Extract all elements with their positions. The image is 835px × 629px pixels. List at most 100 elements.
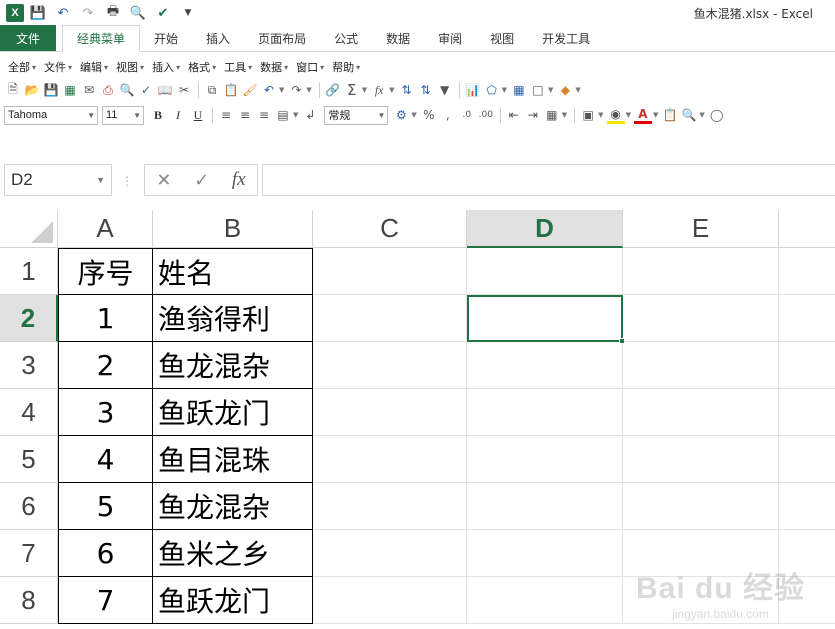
cell-a3[interactable]: 2 xyxy=(58,342,153,389)
menu-item-9[interactable]: 帮助 ▾ xyxy=(328,59,364,75)
cell-d1[interactable] xyxy=(467,248,623,295)
menu-item-0[interactable]: 全部 ▾ xyxy=(4,59,40,75)
row-header-4[interactable]: 4 xyxy=(0,389,58,436)
cell-b7[interactable]: 鱼米之乡 xyxy=(153,530,313,577)
zoom-icon[interactable]: 🔍 xyxy=(680,106,698,124)
number-format-select[interactable]: 常规 ▼ xyxy=(324,105,389,125)
save-icon[interactable]: 💾 xyxy=(27,3,49,23)
sort-ascending-icon[interactable]: ⇅ xyxy=(398,81,416,99)
chevron-down-icon[interactable]: ▼ xyxy=(598,111,603,119)
cell-f4[interactable] xyxy=(779,389,835,436)
chart-icon[interactable]: 📊 xyxy=(464,81,482,99)
align-left-icon[interactable]: ≡ xyxy=(217,106,235,124)
chevron-down-icon[interactable]: ▼ xyxy=(411,111,416,119)
column-header-c[interactable]: C xyxy=(313,210,467,248)
redo-icon[interactable]: ↷ xyxy=(287,81,305,99)
cell-f6[interactable] xyxy=(779,483,835,530)
cell-f1[interactable] xyxy=(779,248,835,295)
permission-icon[interactable]: ▦ xyxy=(61,81,79,99)
enter-icon[interactable]: ✓ xyxy=(194,170,209,191)
spelling-icon[interactable]: ✓ xyxy=(137,81,155,99)
chevron-down-icon[interactable]: ▼ xyxy=(575,86,580,94)
align-center-icon[interactable]: ≡ xyxy=(236,106,254,124)
chevron-down-icon[interactable]: ▼ xyxy=(562,111,567,119)
decrease-indent-icon[interactable]: ⇤ xyxy=(505,106,523,124)
menu-item-1[interactable]: 文件 ▾ xyxy=(40,59,76,75)
font-name-select[interactable]: Tahoma ▼ xyxy=(4,105,98,125)
tab-3[interactable]: 插入 xyxy=(192,25,244,51)
cell-b1[interactable]: 姓名 xyxy=(153,248,313,295)
cell-e5[interactable] xyxy=(623,436,779,483)
email-icon[interactable]: ✉ xyxy=(80,81,98,99)
chevron-down-icon[interactable]: ▼ xyxy=(548,86,553,94)
column-header-a[interactable]: A xyxy=(58,210,153,248)
cell-e4[interactable] xyxy=(623,389,779,436)
chevron-down-icon[interactable]: ▼ xyxy=(653,111,658,119)
cell-c4[interactable] xyxy=(313,389,467,436)
cell-a1[interactable]: 序号 xyxy=(58,248,153,295)
save-icon[interactable]: 💾 xyxy=(42,81,60,99)
cell-d5[interactable] xyxy=(467,436,623,483)
cell-e2[interactable] xyxy=(623,295,779,342)
chevron-down-icon[interactable]: ▼ xyxy=(306,86,311,94)
hyperlink-icon[interactable]: 🔗 xyxy=(324,81,342,99)
formula-bar-resize-handle[interactable]: ⋮ xyxy=(121,174,133,188)
chevron-down-icon[interactable]: ▼ xyxy=(699,111,704,119)
cell-c5[interactable] xyxy=(313,436,467,483)
menu-item-5[interactable]: 格式 ▾ xyxy=(184,59,220,75)
formula-input[interactable] xyxy=(262,164,835,196)
cell-c3[interactable] xyxy=(313,342,467,389)
decrease-decimal-icon[interactable]: .00 xyxy=(477,106,495,124)
menu-item-4[interactable]: 插入 ▾ xyxy=(148,59,184,75)
select-all-button[interactable] xyxy=(0,210,58,248)
redo-icon[interactable]: ↷ xyxy=(77,3,99,23)
tab-6[interactable]: 数据 xyxy=(372,25,424,51)
drawing-icon[interactable]: ⬠ xyxy=(483,81,501,99)
cell-a5[interactable]: 4 xyxy=(58,436,153,483)
cell-d2[interactable] xyxy=(467,295,623,342)
cell-d4[interactable] xyxy=(467,389,623,436)
cell-e1[interactable] xyxy=(623,248,779,295)
cell-f3[interactable] xyxy=(779,342,835,389)
cell-d8[interactable] xyxy=(467,577,623,624)
underline-button[interactable]: U xyxy=(188,106,208,124)
tab-2[interactable]: 开始 xyxy=(140,25,192,51)
cell-b5[interactable]: 鱼目混珠 xyxy=(153,436,313,483)
merge-center-icon[interactable]: ▤ xyxy=(274,106,292,124)
cell-b2[interactable]: 渔翁得利 xyxy=(153,295,313,342)
cell-a7[interactable]: 6 xyxy=(58,530,153,577)
chevron-down-icon[interactable]: ▼ xyxy=(389,86,394,94)
chevron-down-icon[interactable]: ▼ xyxy=(96,175,105,185)
function-icon[interactable]: fx xyxy=(370,81,388,99)
print-preview-icon[interactable]: 🖶 xyxy=(102,3,124,23)
name-box[interactable]: D2 ▼ xyxy=(4,164,112,196)
cell-e6[interactable] xyxy=(623,483,779,530)
tab-5[interactable]: 公式 xyxy=(320,25,372,51)
comma-style-icon[interactable]: , xyxy=(439,106,457,124)
row-header-3[interactable]: 3 xyxy=(0,342,58,389)
print-preview-icon[interactable]: 🔍 xyxy=(118,81,136,99)
cell-b8[interactable]: 鱼跃龙门 xyxy=(153,577,313,624)
row-header-6[interactable]: 6 xyxy=(0,483,58,530)
cell-b6[interactable]: 鱼龙混杂 xyxy=(153,483,313,530)
insert-function-icon[interactable]: fx xyxy=(232,169,246,191)
macro-icon[interactable]: ◆ xyxy=(556,81,574,99)
tab-4[interactable]: 页面布局 xyxy=(244,25,320,51)
increase-indent-icon[interactable]: ⇥ xyxy=(524,106,542,124)
cell-f5[interactable] xyxy=(779,436,835,483)
options-icon[interactable]: ◯ xyxy=(708,106,726,124)
column-header-b[interactable]: B xyxy=(153,210,313,248)
sort-descending-icon[interactable]: ⇅ xyxy=(417,81,435,99)
cell-a2[interactable]: 1 xyxy=(58,295,153,342)
row-header-2[interactable]: 2 xyxy=(0,295,58,342)
font-size-select[interactable]: 11 ▼ xyxy=(102,105,144,125)
tab-0[interactable]: 文件 xyxy=(0,25,57,51)
cell-c8[interactable] xyxy=(313,577,467,624)
cut-icon[interactable]: ✂ xyxy=(175,81,193,99)
row-header-8[interactable]: 8 xyxy=(0,577,58,624)
percent-button[interactable]: % xyxy=(420,106,438,124)
column-header-d[interactable]: D xyxy=(467,210,623,248)
cell-c7[interactable] xyxy=(313,530,467,577)
print-icon[interactable]: ⎙ xyxy=(99,81,117,99)
menu-item-7[interactable]: 数据 ▾ xyxy=(256,59,292,75)
